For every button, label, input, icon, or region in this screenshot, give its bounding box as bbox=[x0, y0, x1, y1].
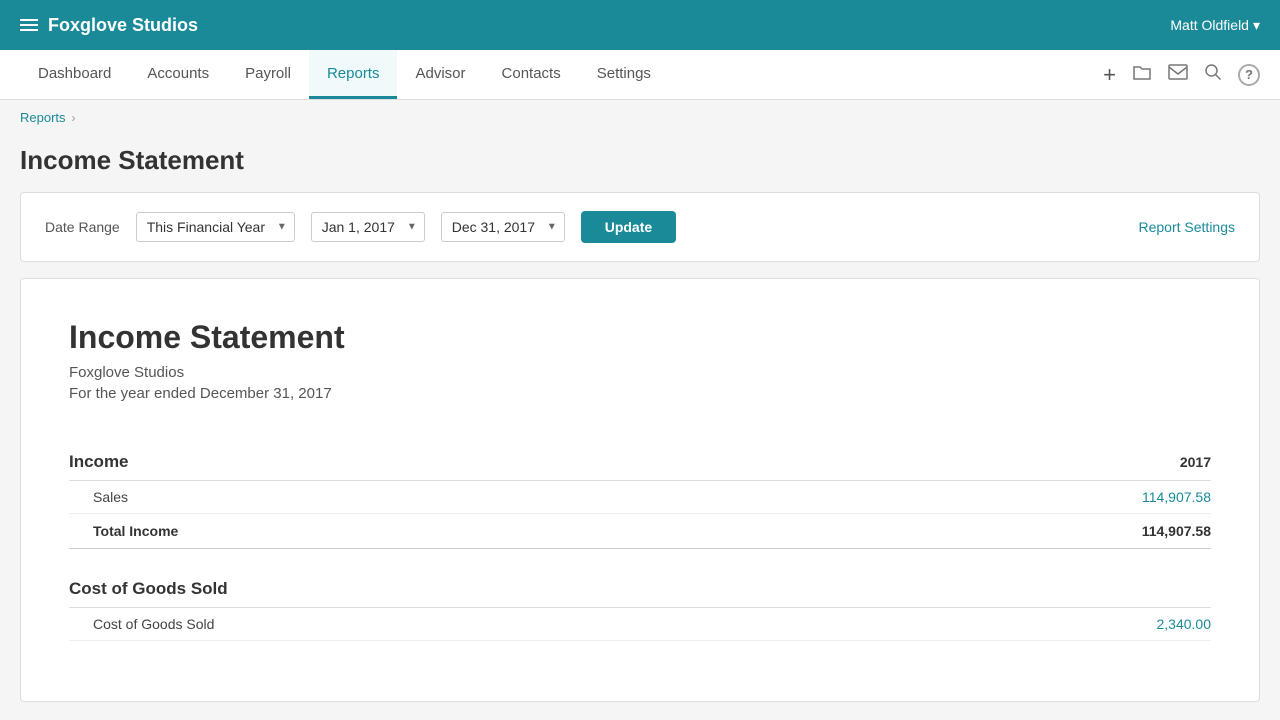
nav-accounts[interactable]: Accounts bbox=[129, 50, 227, 99]
report-content: Income Statement Foxglove Studios For th… bbox=[20, 278, 1260, 702]
top-bar: Foxglove Studios Matt Oldfield ▾ bbox=[0, 0, 1280, 50]
year-column-header: 2017 bbox=[1091, 454, 1211, 470]
folder-icon[interactable] bbox=[1132, 63, 1152, 86]
report-settings-link[interactable]: Report Settings bbox=[1139, 219, 1236, 235]
cogs-section-header: Cost of Goods Sold bbox=[69, 569, 1211, 608]
nav-dashboard[interactable]: Dashboard bbox=[20, 50, 129, 99]
breadcrumb: Reports › bbox=[0, 100, 1280, 135]
nav-settings[interactable]: Settings bbox=[579, 50, 669, 99]
income-section: Income 2017 Sales 114,907.58 Total Incom… bbox=[69, 442, 1211, 549]
sales-value[interactable]: 114,907.58 bbox=[1091, 489, 1211, 505]
user-chevron-icon: ▾ bbox=[1253, 17, 1260, 34]
plus-icon[interactable]: + bbox=[1103, 62, 1116, 88]
cogs-section: Cost of Goods Sold Cost of Goods Sold 2,… bbox=[69, 569, 1211, 641]
user-name-label: Matt Oldfield bbox=[1170, 17, 1249, 33]
top-bar-right: Matt Oldfield ▾ bbox=[1170, 17, 1260, 34]
main-nav-links: Dashboard Accounts Payroll Reports Advis… bbox=[20, 50, 669, 99]
breadcrumb-reports[interactable]: Reports bbox=[20, 110, 66, 125]
main-nav: Dashboard Accounts Payroll Reports Advis… bbox=[0, 50, 1280, 100]
date-range-wrapper: This Financial Year Last Financial Year … bbox=[136, 212, 295, 242]
user-menu[interactable]: Matt Oldfield ▾ bbox=[1170, 17, 1260, 34]
income-section-header: Income 2017 bbox=[69, 442, 1211, 481]
cogs-row: Cost of Goods Sold 2,340.00 bbox=[69, 608, 1211, 641]
end-date-wrapper: Dec 31, 2017 bbox=[441, 212, 565, 242]
total-income-value: 114,907.58 bbox=[1091, 523, 1211, 539]
search-icon[interactable] bbox=[1204, 63, 1222, 86]
cogs-value[interactable]: 2,340.00 bbox=[1091, 616, 1211, 632]
sales-row: Sales 114,907.58 bbox=[69, 481, 1211, 514]
nav-advisor[interactable]: Advisor bbox=[397, 50, 483, 99]
menu-icon[interactable] bbox=[20, 19, 38, 31]
top-bar-left: Foxglove Studios bbox=[20, 15, 198, 36]
breadcrumb-separator: › bbox=[72, 111, 76, 125]
date-range-select[interactable]: This Financial Year Last Financial Year … bbox=[136, 212, 295, 242]
report-period: For the year ended December 31, 2017 bbox=[69, 385, 1211, 402]
update-button[interactable]: Update bbox=[581, 211, 676, 243]
mail-icon[interactable] bbox=[1168, 64, 1188, 85]
cogs-section-title: Cost of Goods Sold bbox=[69, 579, 228, 599]
nav-payroll[interactable]: Payroll bbox=[227, 50, 309, 99]
report-title: Income Statement bbox=[69, 319, 1211, 356]
start-date-select[interactable]: Jan 1, 2017 bbox=[311, 212, 425, 242]
app-logo: Foxglove Studios bbox=[48, 15, 198, 36]
start-date-wrapper: Jan 1, 2017 bbox=[311, 212, 425, 242]
page-title: Income Statement bbox=[0, 135, 1280, 192]
nav-contacts[interactable]: Contacts bbox=[484, 50, 579, 99]
help-icon[interactable]: ? bbox=[1238, 64, 1260, 86]
filter-bar: Date Range This Financial Year Last Fina… bbox=[20, 192, 1260, 262]
nav-reports[interactable]: Reports bbox=[309, 50, 398, 99]
income-section-title: Income bbox=[69, 452, 129, 472]
main-nav-icons: + ? bbox=[1103, 62, 1260, 88]
report-company: Foxglove Studios bbox=[69, 364, 1211, 381]
sales-label: Sales bbox=[93, 489, 128, 505]
date-range-label: Date Range bbox=[45, 219, 120, 235]
end-date-select[interactable]: Dec 31, 2017 bbox=[441, 212, 565, 242]
total-income-row: Total Income 114,907.58 bbox=[69, 514, 1211, 549]
cogs-label: Cost of Goods Sold bbox=[93, 616, 214, 632]
total-income-label: Total Income bbox=[93, 523, 178, 539]
